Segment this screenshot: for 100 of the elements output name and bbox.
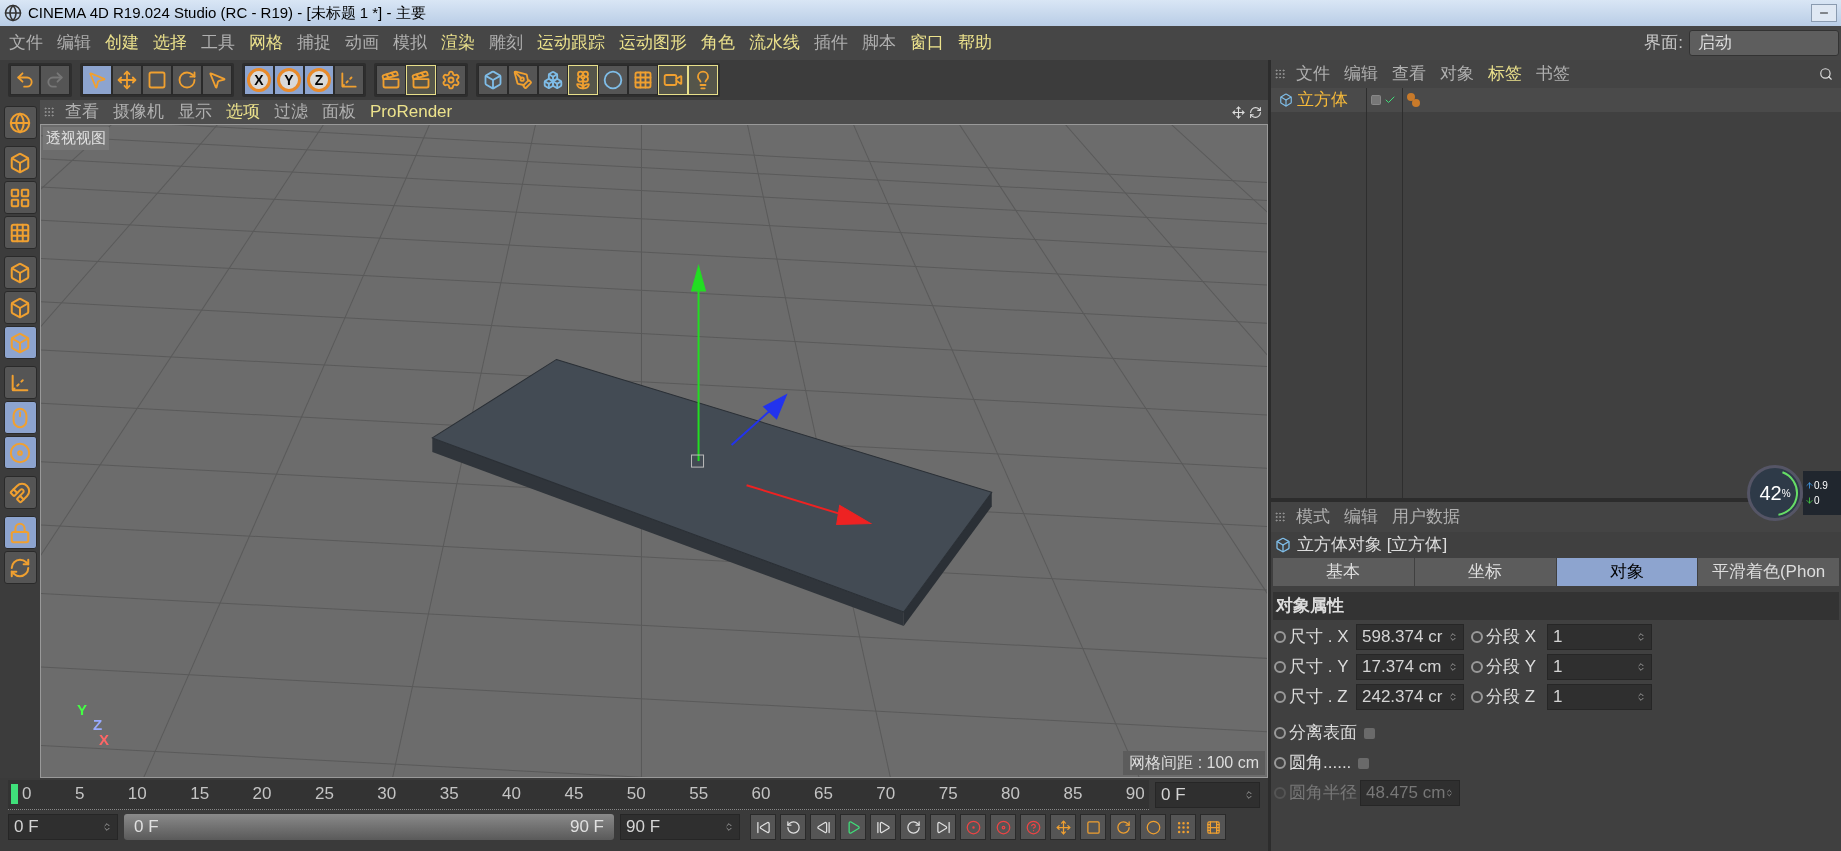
animate-radio[interactable] xyxy=(1274,757,1286,769)
rotate-button[interactable] xyxy=(172,65,202,95)
menu-item[interactable]: 编辑 xyxy=(50,30,98,56)
render-settings-button[interactable] xyxy=(436,65,466,95)
size-field[interactable]: 242.374 cr xyxy=(1356,684,1464,710)
spinner-icon[interactable] xyxy=(102,822,112,832)
edges-mode-button[interactable] xyxy=(3,291,37,324)
animate-radio[interactable] xyxy=(1471,691,1483,703)
menu-item[interactable]: 查看 xyxy=(58,99,106,125)
film-button[interactable] xyxy=(1200,814,1226,840)
enabled-check-icon[interactable] xyxy=(1384,94,1396,106)
lock-mode-button[interactable] xyxy=(3,516,37,549)
step-back-button[interactable] xyxy=(810,814,836,840)
segment-field[interactable]: 1 xyxy=(1547,624,1652,650)
snap-mode-button[interactable] xyxy=(3,476,37,509)
segment-field[interactable]: 1 xyxy=(1547,684,1652,710)
play-button[interactable] xyxy=(840,814,866,840)
material-tag-icon[interactable] xyxy=(1407,92,1421,108)
tab[interactable]: 基本 xyxy=(1273,558,1414,586)
axis-toggle-button[interactable]: X xyxy=(244,65,274,95)
current-frame-field[interactable]: 0 F xyxy=(1155,781,1260,808)
menu-item[interactable]: 书签 xyxy=(1529,61,1577,87)
rotate-view-icon[interactable] xyxy=(1249,105,1262,119)
solo-mode-button[interactable] xyxy=(3,436,37,469)
menu-item[interactable]: 文件 xyxy=(2,30,50,56)
next-key-button[interactable] xyxy=(900,814,926,840)
spinner-icon[interactable] xyxy=(1636,662,1646,672)
animate-radio[interactable] xyxy=(1274,661,1286,673)
menu-item[interactable]: 面板 xyxy=(315,99,363,125)
spinner-icon[interactable] xyxy=(1448,692,1458,702)
size-field[interactable]: 17.374 cm xyxy=(1356,654,1464,680)
viewport[interactable]: 透视视图 Y Z X 网格间距 : 100 cm xyxy=(40,124,1268,778)
param-key-button[interactable] xyxy=(1140,814,1166,840)
render-view-button[interactable] xyxy=(376,65,406,95)
undo-button[interactable] xyxy=(10,65,40,95)
menu-item[interactable]: 帮助 xyxy=(951,30,999,56)
menu-item[interactable]: 动画 xyxy=(338,30,386,56)
deformer-button[interactable] xyxy=(598,65,628,95)
move-key-button[interactable] xyxy=(1050,814,1076,840)
scale-button[interactable] xyxy=(142,65,172,95)
skip-back-button[interactable] xyxy=(750,814,776,840)
menu-item[interactable]: 编辑 xyxy=(1337,61,1385,87)
start-frame-field[interactable]: 0 F xyxy=(8,814,118,840)
menu-item[interactable]: 用户数据 xyxy=(1385,504,1467,530)
menu-item[interactable]: 选择 xyxy=(146,30,194,56)
polygons-mode-button[interactable] xyxy=(3,326,37,359)
render-picture-button[interactable] xyxy=(406,65,436,95)
cloner-button[interactable] xyxy=(568,65,598,95)
spinner-icon[interactable] xyxy=(1448,632,1458,642)
timeline-ruler[interactable]: 0 5 10 15 20 25 30 35 40 45 50 55 60 65 70 75 80 85 90 xyxy=(8,779,1149,810)
object-row[interactable]: 立方体 xyxy=(1271,88,1366,112)
view-mode-button[interactable] xyxy=(3,106,37,139)
layer-icon[interactable] xyxy=(1370,94,1382,106)
segment-field[interactable]: 1 xyxy=(1547,654,1652,680)
tab[interactable]: 对象 xyxy=(1556,558,1698,586)
menu-item[interactable]: 流水线 xyxy=(742,30,807,56)
tab[interactable]: 平滑着色(Phon xyxy=(1698,558,1839,586)
pan-icon[interactable] xyxy=(1232,105,1245,119)
floor-button[interactable] xyxy=(628,65,658,95)
spinner-icon[interactable] xyxy=(724,822,734,832)
menu-item[interactable]: 查看 xyxy=(1385,61,1433,87)
axis-mode-button[interactable] xyxy=(3,366,37,399)
animate-radio[interactable] xyxy=(1274,691,1286,703)
layout-dropdown[interactable]: 启动 xyxy=(1689,30,1839,56)
menu-item[interactable]: 显示 xyxy=(171,99,219,125)
tab[interactable]: 坐标 xyxy=(1414,558,1556,586)
model-mode-button[interactable] xyxy=(3,146,37,179)
menu-item[interactable]: 角色 xyxy=(694,30,742,56)
menu-item[interactable]: 窗口 xyxy=(903,30,951,56)
search-icon[interactable] xyxy=(1819,67,1833,81)
scale-key-button[interactable] xyxy=(1080,814,1106,840)
menu-item[interactable]: 创建 xyxy=(98,30,146,56)
end-frame-field[interactable]: 90 F xyxy=(620,814,740,840)
step-forward-button[interactable] xyxy=(870,814,896,840)
menu-item[interactable]: 捕捉 xyxy=(290,30,338,56)
axis-toggle-button[interactable]: Z xyxy=(304,65,334,95)
playhead[interactable] xyxy=(11,783,18,804)
menu-item[interactable]: 文件 xyxy=(1289,61,1337,87)
menu-item[interactable]: 模式 xyxy=(1289,504,1337,530)
menu-item[interactable]: 模拟 xyxy=(386,30,434,56)
select-button[interactable] xyxy=(82,65,112,95)
record-button[interactable] xyxy=(960,814,986,840)
sync-mode-button[interactable] xyxy=(3,551,37,584)
workplane-mode-button[interactable] xyxy=(3,216,37,249)
light-button[interactable] xyxy=(688,65,718,95)
minimize-button[interactable] xyxy=(1811,4,1837,22)
help-button[interactable] xyxy=(1020,814,1046,840)
checkbox[interactable] xyxy=(1364,727,1375,739)
rotate-key-button[interactable] xyxy=(1110,814,1136,840)
menu-item[interactable]: 过滤 xyxy=(267,99,315,125)
animate-radio[interactable] xyxy=(1471,631,1483,643)
cube-button[interactable] xyxy=(478,65,508,95)
menu-item[interactable]: 编辑 xyxy=(1337,504,1385,530)
recent-button[interactable] xyxy=(202,65,232,95)
menu-item[interactable]: 脚本 xyxy=(855,30,903,56)
points-key-button[interactable] xyxy=(1170,814,1196,840)
size-field[interactable]: 598.374 cr xyxy=(1356,624,1464,650)
tweak-mode-button[interactable] xyxy=(3,401,37,434)
menu-item[interactable]: 摄像机 xyxy=(106,99,171,125)
points-mode-button[interactable] xyxy=(3,256,37,289)
